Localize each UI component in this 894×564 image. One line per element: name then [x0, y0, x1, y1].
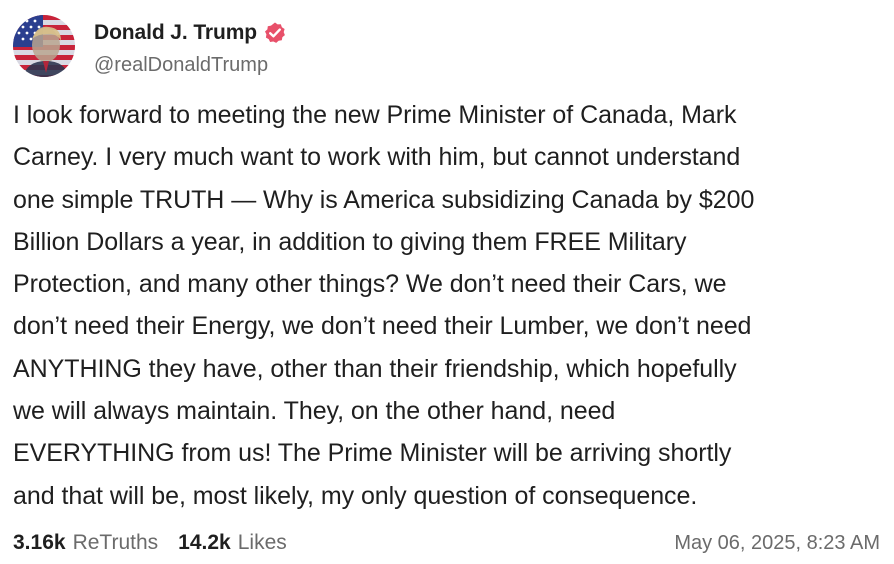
retruths-label: ReTruths — [72, 531, 159, 554]
retruths-stat[interactable]: 3.16k ReTruths — [13, 531, 158, 555]
user-handle[interactable]: @realDonaldTrump — [94, 54, 268, 77]
author-header: Donald J. Trump — [94, 20, 287, 46]
truth-post: Donald J. Trump @realDonaldTrump I look … — [0, 0, 894, 564]
likes-stat[interactable]: 14.2k Likes — [178, 531, 287, 555]
likes-count: 14.2k — [178, 531, 231, 554]
flag-portrait-avatar-icon — [13, 15, 75, 77]
retruths-count: 3.16k — [13, 531, 66, 554]
verified-badge-icon — [263, 21, 287, 45]
post-footer: 3.16k ReTruths 14.2k Likes May 06, 2025,… — [13, 528, 880, 558]
post-timestamp[interactable]: May 06, 2025, 8:23 AM — [674, 532, 880, 555]
display-name[interactable]: Donald J. Trump — [94, 21, 257, 45]
post-text: I look forward to meeting the new Prime … — [13, 101, 755, 510]
avatar[interactable] — [13, 15, 75, 77]
likes-label: Likes — [237, 531, 287, 554]
